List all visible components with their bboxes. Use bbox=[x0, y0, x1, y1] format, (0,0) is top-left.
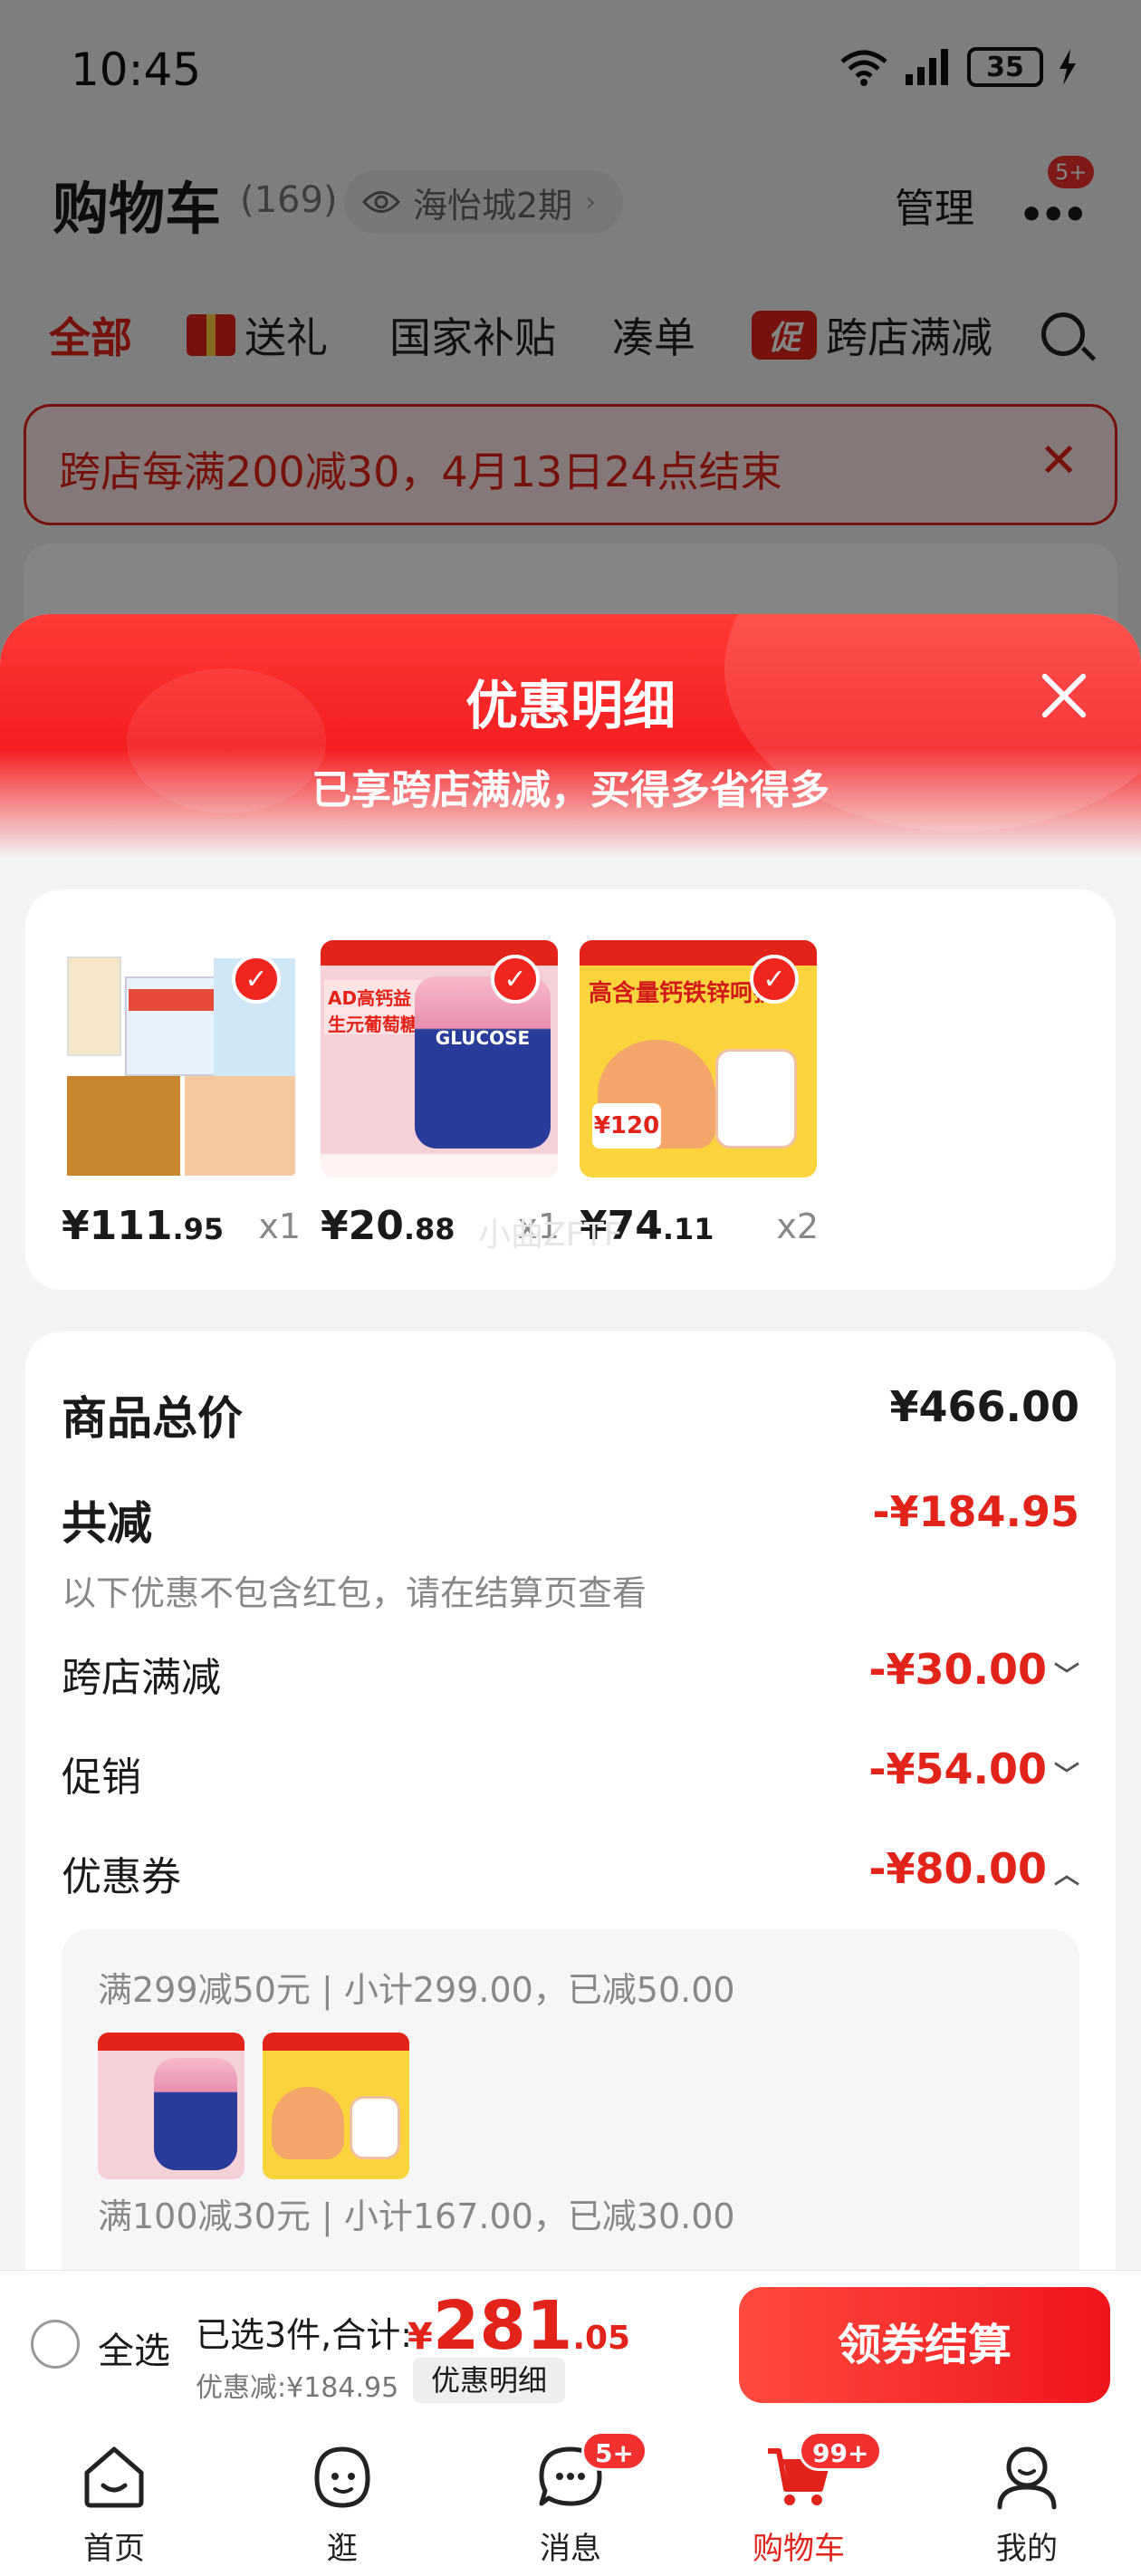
discount-label: 优惠券 bbox=[62, 1854, 181, 1900]
close-icon[interactable] bbox=[1032, 664, 1096, 727]
checkmark-icon[interactable]: ✓ bbox=[232, 955, 281, 1004]
product-quantity: x2 bbox=[776, 1206, 819, 1246]
selected-products-card: ✓ ¥111.95 x1 AD高钙益生元葡萄糖 GLUCOSE ✓ ¥20.88… bbox=[25, 889, 1116, 1290]
nav-label: 消息 bbox=[540, 2531, 601, 2567]
nav-label: 首页 bbox=[83, 2531, 145, 2567]
product-item[interactable]: 高含量钙铁锌呵护 ¥120 ✓ ¥74.11 x2 bbox=[580, 940, 819, 1249]
coupon-line: 满299减50元 | 小计299.00，已减50.00 bbox=[98, 1970, 735, 2010]
nav-browse[interactable]: 逛 bbox=[252, 2424, 433, 2576]
nav-label: 购物车 bbox=[753, 2531, 845, 2567]
nav-label: 我的 bbox=[996, 2531, 1058, 2567]
total-reduction-label: 共减 bbox=[62, 1497, 152, 1550]
discount-note: 以下优惠不包含红包，请在结算页查看 bbox=[62, 1573, 647, 1613]
discount-row-coupon[interactable]: 优惠券 -¥80.00 ︿ bbox=[62, 1844, 1079, 1908]
watermark: 小曲ZFTF bbox=[478, 1216, 623, 1254]
discount-value: -¥30.00 ﹀ bbox=[868, 1645, 1079, 1694]
sheet-title: 优惠明细 bbox=[465, 675, 676, 736]
checkout-button[interactable]: 领券结算 bbox=[739, 2287, 1110, 2403]
sheet-subtitle: 已享跨店满减，买得多省得多 bbox=[312, 767, 829, 813]
total-reduction-value: -¥184.95 bbox=[872, 1487, 1079, 1536]
chevron-up-icon: ︿ bbox=[1053, 1860, 1079, 1889]
product-image: 高含量钙铁锌呵护 ¥120 ✓ bbox=[580, 940, 817, 1177]
home-icon bbox=[84, 2446, 144, 2508]
profile-icon bbox=[997, 2446, 1057, 2510]
discount-value: -¥54.00 ﹀ bbox=[868, 1745, 1079, 1793]
selected-summary: 已选3件,合计: bbox=[196, 2315, 413, 2355]
total-price-row: 商品总价 ¥466.00 bbox=[62, 1382, 1079, 1446]
coupon-line: 满100减30元 | 小计167.00，已减30.00 bbox=[98, 2196, 735, 2236]
checkout-bar: 全选 已选3件,合计: ¥281.05 优惠减:¥184.95 优惠明细 领券结… bbox=[0, 2270, 1141, 2424]
discount-detail-button[interactable]: 优惠明细 bbox=[413, 2358, 566, 2403]
product-item[interactable]: AD高钙益生元葡萄糖 GLUCOSE ✓ ¥20.88 x1 bbox=[321, 940, 560, 1249]
coupon-product-thumb bbox=[263, 2033, 409, 2179]
total-price-value: ¥466.00 bbox=[889, 1382, 1079, 1431]
nav-home[interactable]: 首页 bbox=[24, 2424, 205, 2576]
checkmark-icon[interactable]: ✓ bbox=[750, 955, 799, 1004]
discount-row-cross-store[interactable]: 跨店满减 -¥30.00 ﹀ bbox=[62, 1645, 1079, 1708]
total-price-label: 商品总价 bbox=[62, 1392, 243, 1445]
discount-summary: 优惠减:¥184.95 bbox=[196, 2372, 399, 2404]
coupon-product-thumb bbox=[98, 2033, 244, 2179]
select-all-radio[interactable] bbox=[31, 2320, 80, 2369]
chevron-down-icon: ﹀ bbox=[1053, 1660, 1079, 1690]
nav-label: 逛 bbox=[327, 2531, 358, 2567]
nav-badge: 99+ bbox=[799, 2431, 883, 2471]
browse-face-icon bbox=[314, 2446, 370, 2508]
select-all-label[interactable]: 全选 bbox=[98, 2321, 170, 2374]
product-image: AD高钙益生元葡萄糖 GLUCOSE ✓ bbox=[321, 940, 558, 1177]
nav-cart[interactable]: 99+ 购物车 bbox=[708, 2424, 889, 2576]
product-item[interactable]: ✓ ¥111.95 x1 bbox=[62, 940, 301, 1249]
total-reduction-row: 共减 -¥184.95 bbox=[62, 1487, 1079, 1551]
nav-badge: 5+ bbox=[581, 2431, 647, 2471]
nav-messages[interactable]: 5+ 消息 bbox=[480, 2424, 661, 2576]
product-price: ¥111.95 bbox=[62, 1203, 225, 1249]
discount-row-promotion[interactable]: 促销 -¥54.00 ﹀ bbox=[62, 1745, 1079, 1808]
product-image: ✓ bbox=[62, 940, 299, 1177]
bottom-nav: 首页 逛 5+ 消息 99+ 购物车 我的 bbox=[0, 2424, 1141, 2576]
discount-label: 促销 bbox=[62, 1754, 141, 1801]
total-amount: ¥281.05 bbox=[408, 2287, 631, 2365]
chevron-down-icon: ﹀ bbox=[1053, 1760, 1079, 1790]
discount-value: -¥80.00 ︿ bbox=[868, 1844, 1079, 1893]
product-price: ¥20.88 bbox=[321, 1203, 455, 1249]
discount-label: 跨店满减 bbox=[62, 1655, 221, 1701]
nav-profile[interactable]: 我的 bbox=[936, 2424, 1117, 2576]
product-quantity: x1 bbox=[258, 1206, 301, 1246]
checkmark-icon[interactable]: ✓ bbox=[491, 955, 540, 1004]
